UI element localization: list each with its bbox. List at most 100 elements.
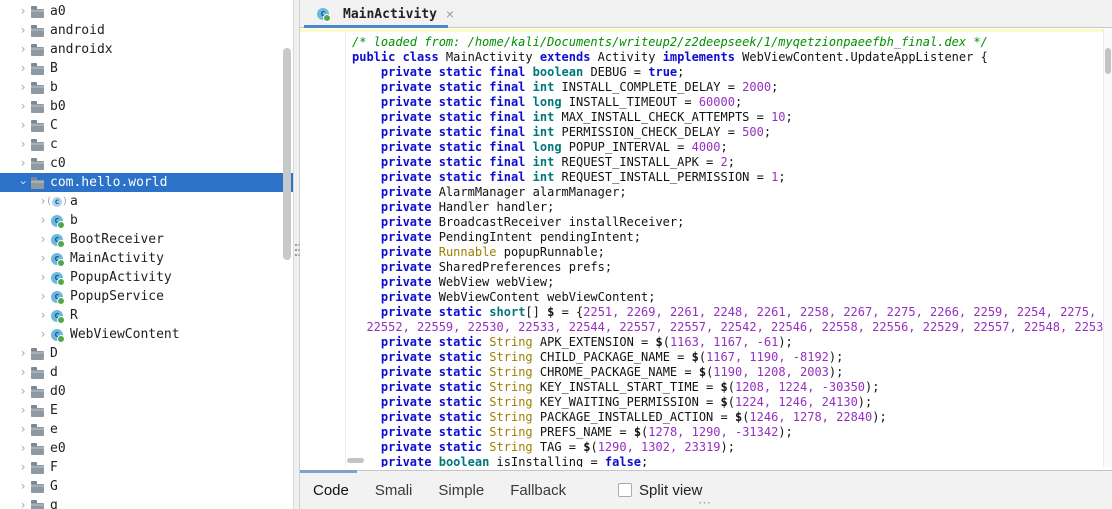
chevron-right-icon[interactable]: ›	[36, 211, 50, 230]
tree-row-MainActivity[interactable]: ›cMainActivity	[0, 249, 293, 268]
tree-item-label: g	[50, 498, 58, 509]
chevron-right-icon[interactable]: ›	[16, 477, 30, 496]
split-view-toggle[interactable]: Split view	[618, 471, 702, 509]
chevron-right-icon[interactable]: ›	[16, 439, 30, 458]
tree-item-label: WebViewContent	[70, 327, 180, 342]
code-line: private SharedPreferences prefs;	[352, 260, 1112, 275]
tree-item-label: G	[50, 479, 58, 494]
folder-icon	[30, 24, 44, 38]
chevron-right-icon[interactable]: ›	[36, 249, 50, 268]
code-line: public class MainActivity extends Activi…	[352, 50, 1112, 65]
tree-row-BootReceiver[interactable]: ›c BootReceiver	[0, 230, 293, 249]
editor-horizontal-scrollbar-thumb[interactable]	[347, 458, 364, 463]
chevron-right-icon[interactable]: ›	[36, 306, 50, 325]
class-icon: c	[50, 214, 64, 228]
class-icon: c	[50, 233, 64, 247]
chevron-right-icon[interactable]: ›	[16, 21, 30, 40]
tree-row-b[interactable]: ›cb	[0, 211, 293, 230]
tree-row-android[interactable]: ›android	[0, 21, 293, 40]
chevron-right-icon[interactable]: ›	[16, 59, 30, 78]
code-line: private static final int REQUEST_INSTALL…	[352, 155, 1112, 170]
tree-row-d0[interactable]: › d0	[0, 382, 293, 401]
chevron-right-icon[interactable]: ›	[16, 420, 30, 439]
panel-splitter[interactable]	[293, 0, 300, 509]
tree-item-label: BootReceiver	[70, 232, 164, 247]
tree-row-PopupActivity[interactable]: ›cPopupActivity	[0, 268, 293, 287]
chevron-right-icon[interactable]: ›	[16, 458, 30, 477]
view-mode-tab-simple[interactable]: Simple	[425, 471, 497, 509]
file-tree[interactable]: ›a0›android›androidx›B›b›b0›C›c›c0›com.h…	[0, 2, 293, 509]
chevron-right-icon[interactable]: ›	[16, 116, 30, 135]
editor-panel: c MainActivity × /* loaded from: /home/k…	[300, 0, 1112, 509]
code-line: private boolean isInstalling = false;	[352, 455, 1112, 467]
tree-row-G[interactable]: ›G	[0, 477, 293, 496]
tree-row-e[interactable]: ›e	[0, 420, 293, 439]
tree-row-b0[interactable]: ›b0	[0, 97, 293, 116]
code-line: private static final boolean DEBUG = tru…	[352, 65, 1112, 80]
code-editor[interactable]: /* loaded from: /home/kali/Documents/wri…	[300, 29, 1112, 467]
split-view-checkbox[interactable]	[618, 483, 632, 497]
chevron-right-icon[interactable]: ›	[16, 382, 30, 401]
tree-row-F[interactable]: ›F	[0, 458, 293, 477]
tree-row-PopupService[interactable]: ›cPopupService	[0, 287, 293, 306]
tab-mainactivity[interactable]: c MainActivity ×	[304, 0, 468, 28]
chevron-right-icon[interactable]: ›	[16, 40, 30, 59]
chevron-right-icon[interactable]: ›	[36, 287, 50, 306]
tree-row-E[interactable]: ›E	[0, 401, 293, 420]
tree-row-c0[interactable]: › c0	[0, 154, 293, 173]
view-mode-tab-smali[interactable]: Smali	[362, 471, 426, 509]
tree-row-d[interactable]: ›d	[0, 363, 293, 382]
tree-item-label: F	[50, 460, 58, 475]
editor-vertical-scrollbar-track[interactable]	[1103, 29, 1112, 467]
view-mode-tab-code[interactable]: Code	[300, 471, 362, 509]
chevron-right-icon[interactable]: ›	[16, 78, 30, 97]
editor-vertical-scrollbar-thumb[interactable]	[1105, 48, 1111, 74]
code-line: private static String CHROME_PACKAGE_NAM…	[352, 365, 1112, 380]
tree-row-e0[interactable]: › e0	[0, 439, 293, 458]
tree-row-WebViewContent[interactable]: ›cWebViewContent	[0, 325, 293, 344]
tree-row-com-hello-world[interactable]: ›com.hello.world	[0, 173, 293, 192]
tree-row-B[interactable]: ›B	[0, 59, 293, 78]
chevron-right-icon[interactable]: ›	[36, 325, 50, 344]
class-icon: c	[50, 271, 64, 285]
code-line: private static final int MAX_INSTALL_CHE…	[352, 110, 1112, 125]
view-mode-tab-fallback[interactable]: Fallback	[497, 471, 579, 509]
chevron-right-icon[interactable]: ›	[36, 230, 50, 249]
file-tree-panel: ›a0›android›androidx›B›b›b0›C›c›c0›com.h…	[0, 0, 293, 509]
tree-vertical-scrollbar-thumb[interactable]	[283, 48, 291, 260]
tree-row-androidx[interactable]: › androidx	[0, 40, 293, 59]
chevron-right-icon[interactable]: ›	[36, 268, 50, 287]
code-line: private static final long INSTALL_TIMEOU…	[352, 95, 1112, 110]
folder-icon	[30, 499, 44, 509]
chevron-right-icon[interactable]: ›	[16, 401, 30, 420]
tree-item-label: R	[70, 308, 78, 323]
bottom-grip-icon[interactable]: ⋯	[698, 495, 712, 509]
tree-item-label: PopupService	[70, 289, 164, 304]
tree-row-a0[interactable]: ›a0	[0, 2, 293, 21]
folder-icon	[30, 176, 44, 190]
chevron-right-icon[interactable]: ›	[16, 135, 30, 154]
tree-row-a[interactable]: ›(c)a	[0, 192, 293, 211]
tab-close-icon[interactable]: ×	[444, 6, 456, 22]
tree-row-C[interactable]: ›C	[0, 116, 293, 135]
chevron-right-icon[interactable]: ›	[16, 154, 30, 173]
chevron-right-icon[interactable]: ›	[16, 2, 30, 21]
tree-item-label: androidx	[50, 42, 113, 57]
folder-icon	[30, 404, 44, 418]
tree-row-c[interactable]: ›c	[0, 135, 293, 154]
chevron-right-icon[interactable]: ›	[16, 363, 30, 382]
chevron-right-icon[interactable]: ›	[16, 344, 30, 363]
tree-item-label: d0	[50, 384, 66, 399]
code-line: private Handler handler;	[352, 200, 1112, 215]
tree-row-b[interactable]: ›b	[0, 78, 293, 97]
tree-row-R[interactable]: ›cR	[0, 306, 293, 325]
chevron-right-icon[interactable]: ›	[16, 97, 30, 116]
splitter-grip-icon[interactable]	[295, 244, 299, 260]
folder-icon	[30, 366, 44, 380]
chevron-right-icon[interactable]: ›	[16, 496, 30, 509]
tree-row-g[interactable]: ›g	[0, 496, 293, 509]
folder-icon	[30, 157, 44, 171]
tree-item-label: c0	[50, 156, 66, 171]
tree-item-label: e0	[50, 441, 66, 456]
tree-row-D[interactable]: ›D	[0, 344, 293, 363]
